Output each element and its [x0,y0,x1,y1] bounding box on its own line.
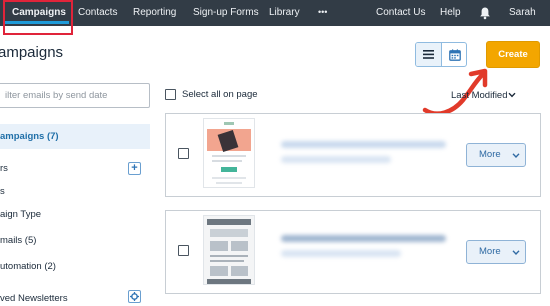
sidebar-item-automation[interactable]: utomation (2) [0,261,56,272]
more-actions-button[interactable]: More [466,240,526,264]
select-all-label: Select all on page [182,89,258,100]
list-icon [423,50,434,59]
campaign-thumbnail[interactable] [204,119,254,187]
calendar-view-button[interactable] [442,43,466,66]
campaign-checkbox[interactable] [178,245,189,256]
create-button[interactable]: Create [486,41,540,68]
campaign-name-redacted [281,235,446,242]
campaigns-page: Campaigns Contacts Reporting Sign-up For… [0,0,550,306]
sidebar-heading-campaign-type: aign Type [0,209,42,220]
more-actions-button[interactable]: More [466,143,526,167]
campaign-details-redacted [281,250,401,257]
page-title: ampaigns [0,44,64,61]
campaign-card: More [165,210,541,294]
chevron-down-icon [512,153,520,158]
bell-icon[interactable] [479,6,491,20]
campaign-name-redacted [281,141,446,148]
select-all-checkbox[interactable] [165,89,176,100]
nav-reporting[interactable]: Reporting [133,0,176,26]
more-button-label: More [479,149,501,160]
campaign-card: More [165,113,541,197]
sidebar-item-saved-newsletters[interactable]: ved Newsletters [0,293,68,304]
campaign-details-redacted [281,156,391,163]
nav-contacts[interactable]: Contacts [78,0,117,26]
nav-contact-us[interactable]: Contact Us [376,0,425,26]
sort-dropdown[interactable]: Last Modified [451,90,508,101]
more-options-icon[interactable]: ••• [318,0,327,26]
chevron-down-icon[interactable] [508,92,516,98]
top-navigation-bar: Campaigns Contacts Reporting Sign-up For… [0,0,550,26]
nav-library[interactable]: Library [269,0,300,26]
nav-help[interactable]: Help [440,0,461,26]
sidebar-item-folders[interactable]: rs [0,163,8,174]
sidebar-item-emails[interactable]: mails (5) [0,235,36,246]
saved-newsletters-settings-button[interactable] [128,290,141,303]
chevron-down-icon [512,250,520,255]
more-button-label: More [479,246,501,257]
add-folder-button[interactable]: + [128,162,141,175]
nav-signup-forms[interactable]: Sign-up Forms [193,0,259,26]
sidebar-item-all-campaigns[interactable]: ampaigns (7) [0,131,59,142]
filter-by-send-date-input[interactable] [0,83,150,108]
campaign-checkbox[interactable] [178,148,189,159]
nav-active-indicator [5,21,69,24]
user-menu[interactable]: Sarah [509,0,536,26]
calendar-icon [449,48,461,61]
sidebar-item-s[interactable]: s [0,186,5,197]
view-toggle [415,42,467,67]
campaign-thumbnail[interactable] [204,216,254,284]
list-view-button[interactable] [416,43,442,66]
gear-icon [130,292,139,301]
